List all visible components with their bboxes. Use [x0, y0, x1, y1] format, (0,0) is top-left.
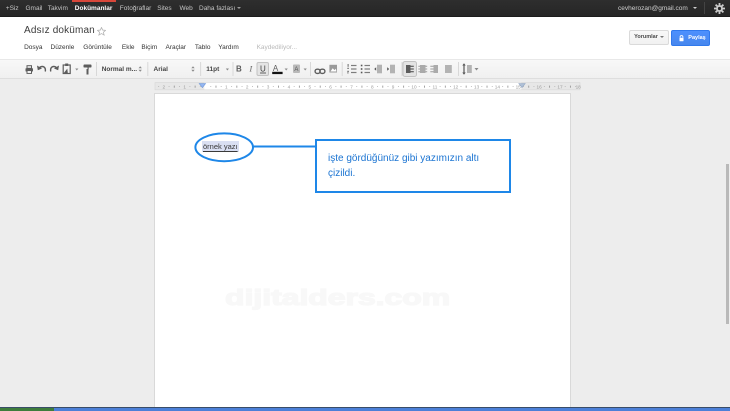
svg-text:B: B [236, 65, 242, 74]
svg-text:I: I [249, 65, 253, 74]
svg-text:Normal m...: Normal m... [102, 66, 138, 73]
svg-text:U: U [260, 65, 266, 74]
svg-text:A: A [273, 64, 279, 73]
svg-text:Arial: Arial [154, 66, 169, 73]
svg-text:11pt: 11pt [206, 66, 220, 73]
svg-text:A: A [294, 67, 298, 73]
